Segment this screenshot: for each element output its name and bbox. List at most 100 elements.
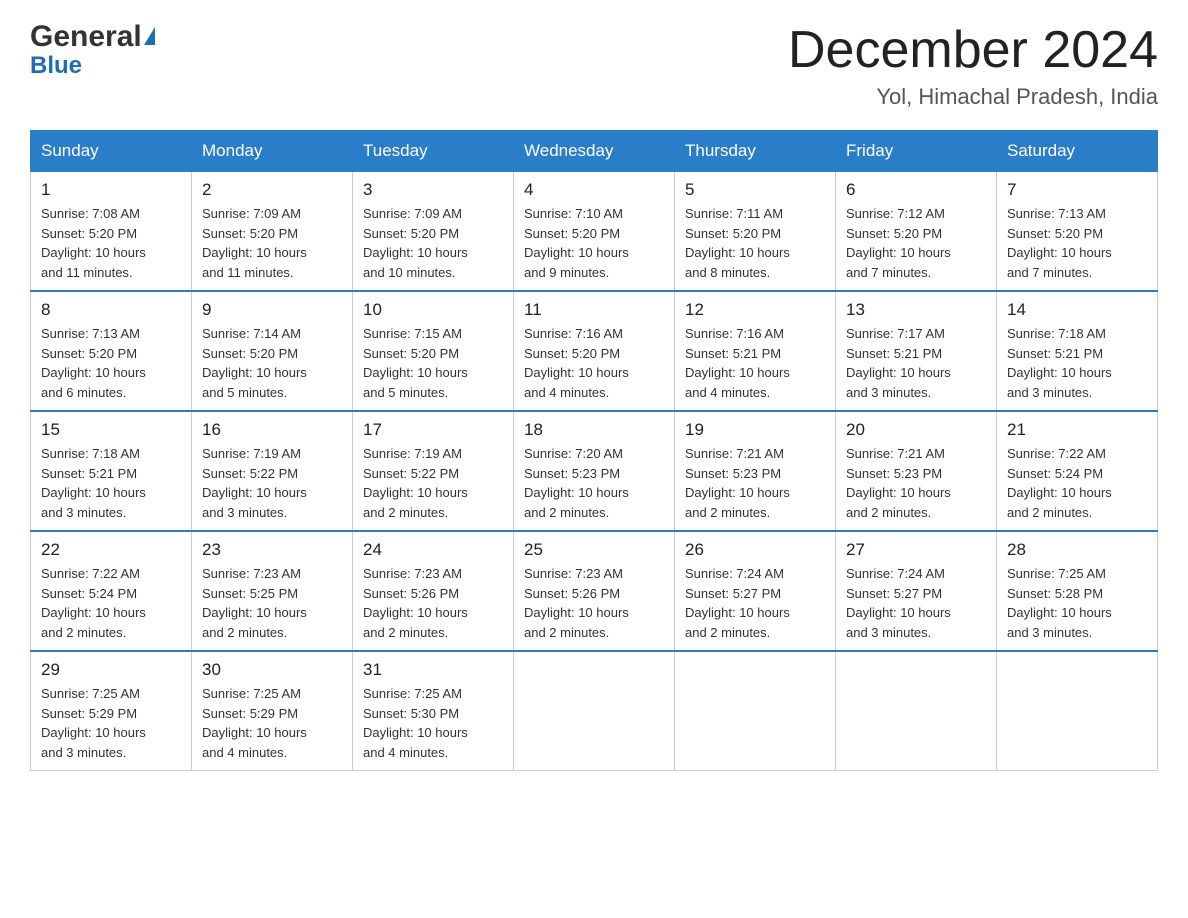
- day-number: 3: [363, 180, 503, 200]
- table-row: 13 Sunrise: 7:17 AMSunset: 5:21 PMDayligh…: [836, 291, 997, 411]
- table-row: 21 Sunrise: 7:22 AMSunset: 5:24 PMDayligh…: [997, 411, 1158, 531]
- day-detail: Sunrise: 7:22 AMSunset: 5:24 PMDaylight:…: [41, 564, 181, 642]
- table-row: 8 Sunrise: 7:13 AMSunset: 5:20 PMDaylight…: [31, 291, 192, 411]
- day-detail: Sunrise: 7:13 AMSunset: 5:20 PMDaylight:…: [41, 324, 181, 402]
- weekday-header-row: Sunday Monday Tuesday Wednesday Thursday…: [31, 131, 1158, 172]
- day-detail: Sunrise: 7:14 AMSunset: 5:20 PMDaylight:…: [202, 324, 342, 402]
- day-number: 27: [846, 540, 986, 560]
- day-number: 18: [524, 420, 664, 440]
- table-row: 5 Sunrise: 7:11 AMSunset: 5:20 PMDaylight…: [675, 172, 836, 292]
- page-header: General Blue December 2024 Yol, Himachal…: [30, 20, 1158, 110]
- day-detail: Sunrise: 7:21 AMSunset: 5:23 PMDaylight:…: [846, 444, 986, 522]
- day-detail: Sunrise: 7:25 AMSunset: 5:28 PMDaylight:…: [1007, 564, 1147, 642]
- day-detail: Sunrise: 7:18 AMSunset: 5:21 PMDaylight:…: [1007, 324, 1147, 402]
- day-number: 15: [41, 420, 181, 440]
- table-row: 23 Sunrise: 7:23 AMSunset: 5:25 PMDayligh…: [192, 531, 353, 651]
- day-detail: Sunrise: 7:11 AMSunset: 5:20 PMDaylight:…: [685, 204, 825, 282]
- day-number: 7: [1007, 180, 1147, 200]
- day-number: 8: [41, 300, 181, 320]
- header-sunday: Sunday: [31, 131, 192, 172]
- header-friday: Friday: [836, 131, 997, 172]
- table-row: 15 Sunrise: 7:18 AMSunset: 5:21 PMDayligh…: [31, 411, 192, 531]
- day-number: 23: [202, 540, 342, 560]
- day-detail: Sunrise: 7:19 AMSunset: 5:22 PMDaylight:…: [363, 444, 503, 522]
- calendar-week-row: 22 Sunrise: 7:22 AMSunset: 5:24 PMDayligh…: [31, 531, 1158, 651]
- day-number: 20: [846, 420, 986, 440]
- day-number: 21: [1007, 420, 1147, 440]
- table-row: 18 Sunrise: 7:20 AMSunset: 5:23 PMDayligh…: [514, 411, 675, 531]
- day-number: 28: [1007, 540, 1147, 560]
- day-detail: Sunrise: 7:23 AMSunset: 5:25 PMDaylight:…: [202, 564, 342, 642]
- day-detail: Sunrise: 7:23 AMSunset: 5:26 PMDaylight:…: [524, 564, 664, 642]
- day-detail: Sunrise: 7:25 AMSunset: 5:29 PMDaylight:…: [202, 684, 342, 762]
- day-number: 24: [363, 540, 503, 560]
- logo-triangle-icon: [144, 27, 155, 45]
- table-row: 2 Sunrise: 7:09 AMSunset: 5:20 PMDaylight…: [192, 172, 353, 292]
- table-row: 4Sunrise: 7:10 AMSunset: 5:20 PMDaylight…: [514, 172, 675, 292]
- table-row: 28 Sunrise: 7:25 AMSunset: 5:28 PMDayligh…: [997, 531, 1158, 651]
- day-number: 5: [685, 180, 825, 200]
- table-row: 27 Sunrise: 7:24 AMSunset: 5:27 PMDayligh…: [836, 531, 997, 651]
- day-number: 16: [202, 420, 342, 440]
- day-detail: Sunrise: 7:15 AMSunset: 5:20 PMDaylight:…: [363, 324, 503, 402]
- logo-general-text: General: [30, 20, 142, 54]
- table-row: [514, 651, 675, 771]
- table-row: 20 Sunrise: 7:21 AMSunset: 5:23 PMDayligh…: [836, 411, 997, 531]
- day-detail: Sunrise: 7:17 AMSunset: 5:21 PMDaylight:…: [846, 324, 986, 402]
- day-number: 17: [363, 420, 503, 440]
- header-monday: Monday: [192, 131, 353, 172]
- table-row: [836, 651, 997, 771]
- logo-blue-text: Blue: [30, 52, 82, 80]
- day-number: 13: [846, 300, 986, 320]
- month-title: December 2024: [788, 20, 1158, 80]
- day-number: 14: [1007, 300, 1147, 320]
- calendar-week-row: 1 Sunrise: 7:08 AMSunset: 5:20 PMDaylight…: [31, 172, 1158, 292]
- day-number: 2: [202, 180, 342, 200]
- header-thursday: Thursday: [675, 131, 836, 172]
- table-row: 31 Sunrise: 7:25 AMSunset: 5:30 PMDayligh…: [353, 651, 514, 771]
- day-number: 25: [524, 540, 664, 560]
- table-row: [675, 651, 836, 771]
- day-detail: Sunrise: 7:21 AMSunset: 5:23 PMDaylight:…: [685, 444, 825, 522]
- day-number: 22: [41, 540, 181, 560]
- header-tuesday: Tuesday: [353, 131, 514, 172]
- table-row: 11Sunrise: 7:16 AMSunset: 5:20 PMDayligh…: [514, 291, 675, 411]
- table-row: 1 Sunrise: 7:08 AMSunset: 5:20 PMDaylight…: [31, 172, 192, 292]
- table-row: 10 Sunrise: 7:15 AMSunset: 5:20 PMDayligh…: [353, 291, 514, 411]
- calendar-week-row: 15 Sunrise: 7:18 AMSunset: 5:21 PMDayligh…: [31, 411, 1158, 531]
- header-saturday: Saturday: [997, 131, 1158, 172]
- day-detail: Sunrise: 7:20 AMSunset: 5:23 PMDaylight:…: [524, 444, 664, 522]
- day-number: 29: [41, 660, 181, 680]
- table-row: 9Sunrise: 7:14 AMSunset: 5:20 PMDaylight…: [192, 291, 353, 411]
- table-row: 12Sunrise: 7:16 AMSunset: 5:21 PMDayligh…: [675, 291, 836, 411]
- table-row: 19 Sunrise: 7:21 AMSunset: 5:23 PMDayligh…: [675, 411, 836, 531]
- day-detail: Sunrise: 7:16 AMSunset: 5:21 PMDaylight:…: [685, 324, 825, 402]
- day-detail: Sunrise: 7:09 AMSunset: 5:20 PMDaylight:…: [202, 204, 342, 282]
- day-detail: Sunrise: 7:22 AMSunset: 5:24 PMDaylight:…: [1007, 444, 1147, 522]
- day-number: 31: [363, 660, 503, 680]
- table-row: 17 Sunrise: 7:19 AMSunset: 5:22 PMDayligh…: [353, 411, 514, 531]
- table-row: 6Sunrise: 7:12 AMSunset: 5:20 PMDaylight…: [836, 172, 997, 292]
- table-row: 24Sunrise: 7:23 AMSunset: 5:26 PMDayligh…: [353, 531, 514, 651]
- day-number: 1: [41, 180, 181, 200]
- day-number: 26: [685, 540, 825, 560]
- day-number: 30: [202, 660, 342, 680]
- calendar-week-row: 8 Sunrise: 7:13 AMSunset: 5:20 PMDaylight…: [31, 291, 1158, 411]
- day-detail: Sunrise: 7:24 AMSunset: 5:27 PMDaylight:…: [685, 564, 825, 642]
- location-title: Yol, Himachal Pradesh, India: [788, 84, 1158, 110]
- day-detail: Sunrise: 7:24 AMSunset: 5:27 PMDaylight:…: [846, 564, 986, 642]
- day-number: 4: [524, 180, 664, 200]
- day-number: 6: [846, 180, 986, 200]
- day-number: 19: [685, 420, 825, 440]
- table-row: 25 Sunrise: 7:23 AMSunset: 5:26 PMDayligh…: [514, 531, 675, 651]
- day-number: 10: [363, 300, 503, 320]
- table-row: 29Sunrise: 7:25 AMSunset: 5:29 PMDayligh…: [31, 651, 192, 771]
- table-row: 16Sunrise: 7:19 AMSunset: 5:22 PMDayligh…: [192, 411, 353, 531]
- day-detail: Sunrise: 7:13 AMSunset: 5:20 PMDaylight:…: [1007, 204, 1147, 282]
- table-row: 26 Sunrise: 7:24 AMSunset: 5:27 PMDayligh…: [675, 531, 836, 651]
- header-wednesday: Wednesday: [514, 131, 675, 172]
- day-detail: Sunrise: 7:18 AMSunset: 5:21 PMDaylight:…: [41, 444, 181, 522]
- day-detail: Sunrise: 7:25 AMSunset: 5:30 PMDaylight:…: [363, 684, 503, 762]
- title-area: December 2024 Yol, Himachal Pradesh, Ind…: [788, 20, 1158, 110]
- day-detail: Sunrise: 7:08 AMSunset: 5:20 PMDaylight:…: [41, 204, 181, 282]
